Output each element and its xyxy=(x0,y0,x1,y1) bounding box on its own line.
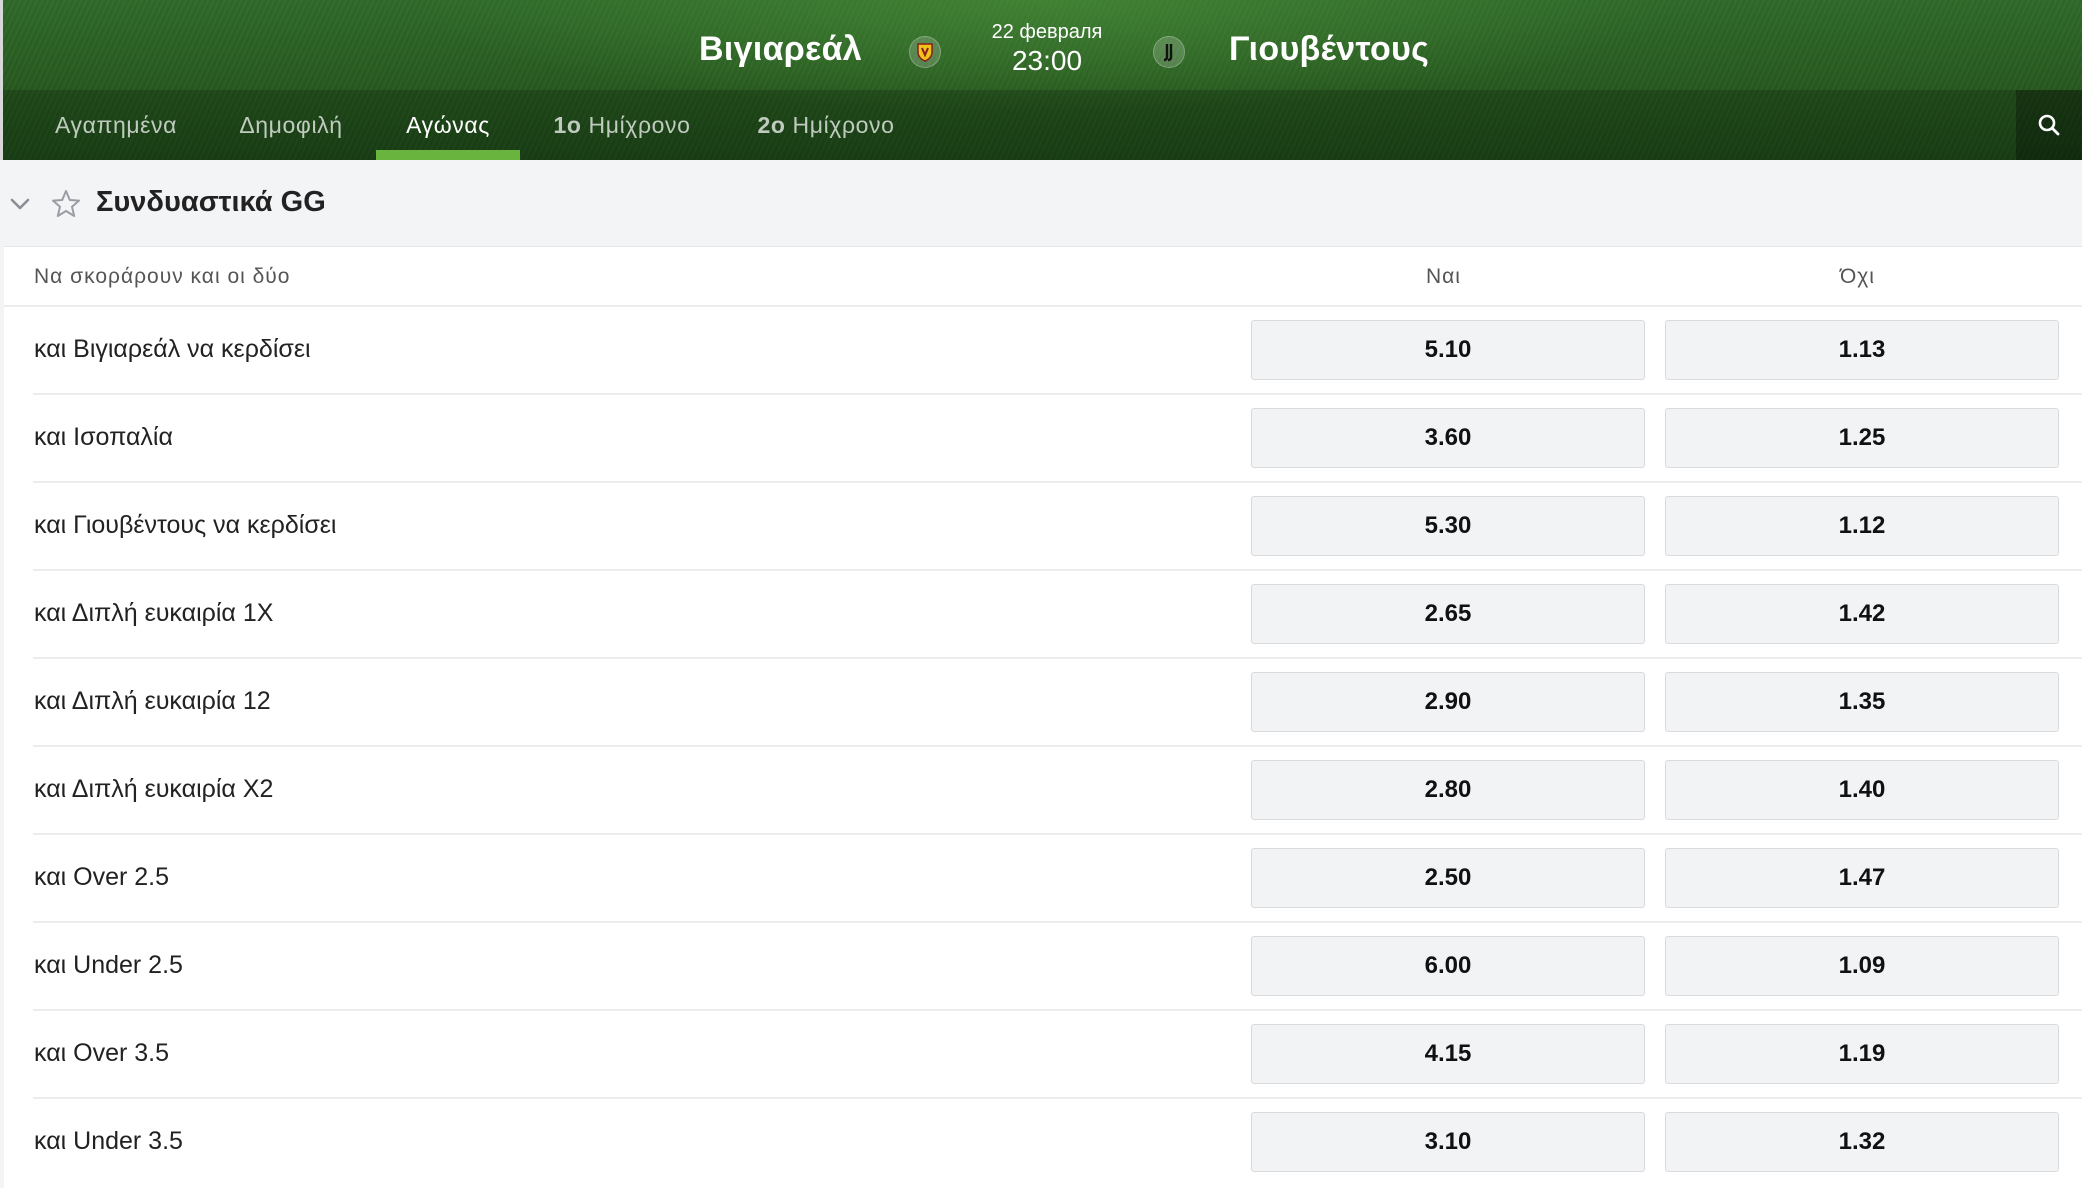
market-rows: και Βιγιαρεάλ να κερδίσει 5.10 1.13 και … xyxy=(4,307,2082,1187)
selection-label: και Γιουβέντους να κερδίσει xyxy=(34,511,337,539)
away-team-name: Γιουβέντους xyxy=(1229,30,1430,68)
odd-no-button[interactable]: 1.25 xyxy=(1665,408,2059,468)
odd-yes-button[interactable]: 2.80 xyxy=(1251,760,1645,820)
odd-no-button[interactable]: 1.09 xyxy=(1665,936,2059,996)
market-row: και Under 2.5 6.00 1.09 xyxy=(33,923,2082,1011)
match-info: Βιγιαρεάλ 22 февраля 23:00 Γιουβέντους xyxy=(3,0,2082,90)
market-row: και Ισοπαλία 3.60 1.25 xyxy=(33,395,2082,483)
selection-label: και Ισοπαλία xyxy=(34,423,173,451)
tab-label: Αγώνας xyxy=(406,112,490,138)
market-row: και Βιγιαρεάλ να κερδίσει 5.10 1.13 xyxy=(33,307,2082,395)
villarreal-crest-icon xyxy=(909,36,941,68)
selection-label: και Διπλή ευκαιρία 12 xyxy=(34,687,271,715)
selection-label: και Under 3.5 xyxy=(34,1127,183,1155)
odd-yes-button[interactable]: 2.50 xyxy=(1251,848,1645,908)
odd-no-button[interactable]: 1.32 xyxy=(1665,1112,2059,1172)
market-tabs: Αγαπημένα Δημοφιλή Αγώνας 1ο Ημίχρονο 2ο… xyxy=(3,90,2082,160)
selection-label: και Over 2.5 xyxy=(34,863,170,891)
chevron-down-icon[interactable] xyxy=(8,192,32,216)
tab-label-prefix: 2ο xyxy=(757,112,786,138)
odd-yes-button[interactable]: 5.30 xyxy=(1251,496,1645,556)
selection-label: και Under 2.5 xyxy=(34,951,183,979)
yes-column-header: Ναι xyxy=(1426,265,1461,288)
market-title: Συνδυαστικά GG xyxy=(96,186,326,218)
odd-yes-button[interactable]: 5.10 xyxy=(1251,320,1645,380)
odd-no-button[interactable]: 1.19 xyxy=(1665,1024,2059,1084)
odd-yes-button[interactable]: 3.10 xyxy=(1251,1112,1645,1172)
tab-label: Ημίχρονο xyxy=(581,112,691,138)
odd-no-button[interactable]: 1.42 xyxy=(1665,584,2059,644)
tab-first-half[interactable]: 1ο Ημίχρονο xyxy=(531,90,713,160)
tab-second-half[interactable]: 2ο Ημίχρονο xyxy=(729,90,923,160)
odd-no-button[interactable]: 1.13 xyxy=(1665,320,2059,380)
tab-favorites[interactable]: Αγαπημένα xyxy=(29,90,203,160)
odd-no-button[interactable]: 1.47 xyxy=(1665,848,2059,908)
match-time: 23:00 xyxy=(1011,45,1083,76)
tab-match[interactable]: Αγώνας xyxy=(376,90,520,160)
search-icon xyxy=(2038,114,2060,136)
juventus-crest-icon xyxy=(1153,36,1185,68)
odd-no-button[interactable]: 1.40 xyxy=(1665,760,2059,820)
market-section-header: Συνδυαστικά GG xyxy=(0,160,2082,246)
no-column-header: Όχι xyxy=(1840,265,1875,288)
odd-no-button[interactable]: 1.35 xyxy=(1665,672,2059,732)
selection-label: και Διπλή ευκαιρία X2 xyxy=(34,775,274,803)
selection-label: και Over 3.5 xyxy=(34,1039,170,1067)
odd-yes-button[interactable]: 3.60 xyxy=(1251,408,1645,468)
selection-label: και Διπλή ευκαιρία 1X xyxy=(34,599,274,627)
kickoff-time: 22 февраля 23:00 xyxy=(943,20,1151,78)
search-button[interactable] xyxy=(2016,90,2082,160)
market-row: και Under 3.5 3.10 1.32 xyxy=(33,1099,2082,1187)
tab-label: Αγαπημένα xyxy=(54,112,178,138)
tab-label-prefix: 1ο xyxy=(553,112,582,138)
tab-label: Ημίχρονο xyxy=(785,112,895,138)
odd-yes-button[interactable]: 4.15 xyxy=(1251,1024,1645,1084)
home-team-name: Βιγιαρεάλ xyxy=(699,30,862,68)
market-row: και Διπλή ευκαιρία 1X 2.65 1.42 xyxy=(33,571,2082,659)
market-column-label: Να σκοράρουν και οι δύο xyxy=(34,265,291,288)
market-row: και Over 3.5 4.15 1.19 xyxy=(33,1011,2082,1099)
match-date: 22 февраля xyxy=(991,21,1103,43)
tab-label: Δημοφιλή xyxy=(239,112,343,138)
market-row: και Διπλή ευκαιρία X2 2.80 1.40 xyxy=(33,747,2082,835)
market-row: και Γιουβέντους να κερδίσει 5.30 1.12 xyxy=(33,483,2082,571)
market-column-headers: Να σκοράρουν και οι δύο Ναι Όχι xyxy=(4,247,2082,307)
selection-label: και Βιγιαρεάλ να κερδίσει xyxy=(34,335,311,363)
odd-no-button[interactable]: 1.12 xyxy=(1665,496,2059,556)
odd-yes-button[interactable]: 6.00 xyxy=(1251,936,1645,996)
market-card: Να σκοράρουν και οι δύο Ναι Όχι και Βιγι… xyxy=(4,246,2082,1188)
market-row: και Over 2.5 2.50 1.47 xyxy=(33,835,2082,923)
tab-popular[interactable]: Δημοφιλή xyxy=(213,90,369,160)
match-header: Βιγιαρεάλ 22 февраля 23:00 Γιουβέντους Α… xyxy=(0,0,2082,160)
market-row: και Διπλή ευκαιρία 12 2.90 1.35 xyxy=(33,659,2082,747)
star-icon[interactable] xyxy=(50,188,82,220)
odd-yes-button[interactable]: 2.65 xyxy=(1251,584,1645,644)
odd-yes-button[interactable]: 2.90 xyxy=(1251,672,1645,732)
